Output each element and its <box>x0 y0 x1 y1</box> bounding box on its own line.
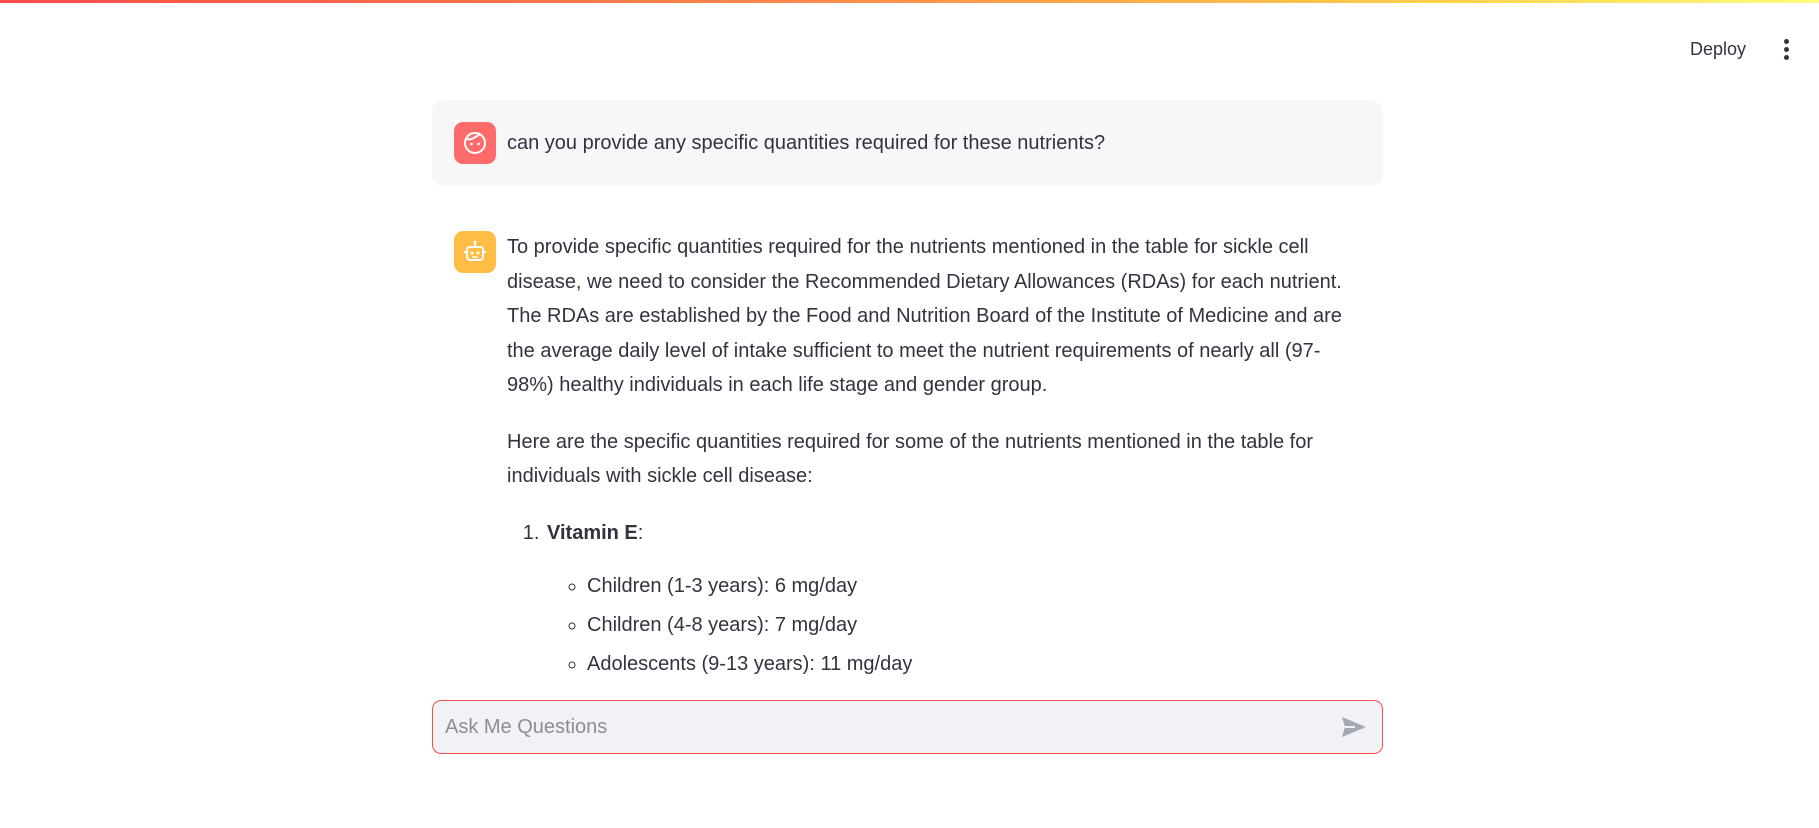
nutrient-list: Vitamin E: Children (1-3 years): 6 mg/da… <box>507 516 1361 679</box>
chat-messages: can you provide any specific quantities … <box>432 100 1383 711</box>
robot-icon <box>454 231 496 273</box>
quantity-list: Children (1-3 years): 6 mg/day Children … <box>547 572 1361 678</box>
nutrient-suffix: : <box>637 521 644 544</box>
menu-dot <box>1783 54 1789 60</box>
quantity-item: Children (1-3 years): 6 mg/day <box>587 572 1361 600</box>
nutrient-name: Vitamin E <box>547 521 638 544</box>
quantity-item: Adolescents (9-13 years): 11 mg/day <box>587 650 1361 678</box>
app-header: Deploy <box>1682 33 1819 65</box>
assistant-message: To provide specific quantities required … <box>432 230 1383 711</box>
list-item: Vitamin E: Children (1-3 years): 6 mg/da… <box>545 516 1361 679</box>
user-face-icon <box>454 122 496 164</box>
assistant-message-body: To provide specific quantities required … <box>507 230 1361 689</box>
deploy-button[interactable]: Deploy <box>1682 35 1754 64</box>
menu-dot <box>1783 38 1789 44</box>
send-icon[interactable] <box>1332 705 1376 749</box>
quantity-item: Children (4-8 years): 7 mg/day <box>587 611 1361 639</box>
user-message: can you provide any specific quantities … <box>432 100 1383 186</box>
user-message-text: can you provide any specific quantities … <box>507 132 1106 154</box>
chat-input[interactable] <box>433 701 1332 753</box>
vertical-ellipsis-icon[interactable] <box>1776 33 1796 65</box>
assistant-paragraph: Here are the specific quantities require… <box>507 430 1314 488</box>
chat-input-container <box>432 700 1383 754</box>
assistant-paragraph: To provide specific quantities required … <box>507 236 1342 396</box>
menu-dot <box>1783 46 1789 52</box>
top-decoration-bar <box>0 0 1819 3</box>
